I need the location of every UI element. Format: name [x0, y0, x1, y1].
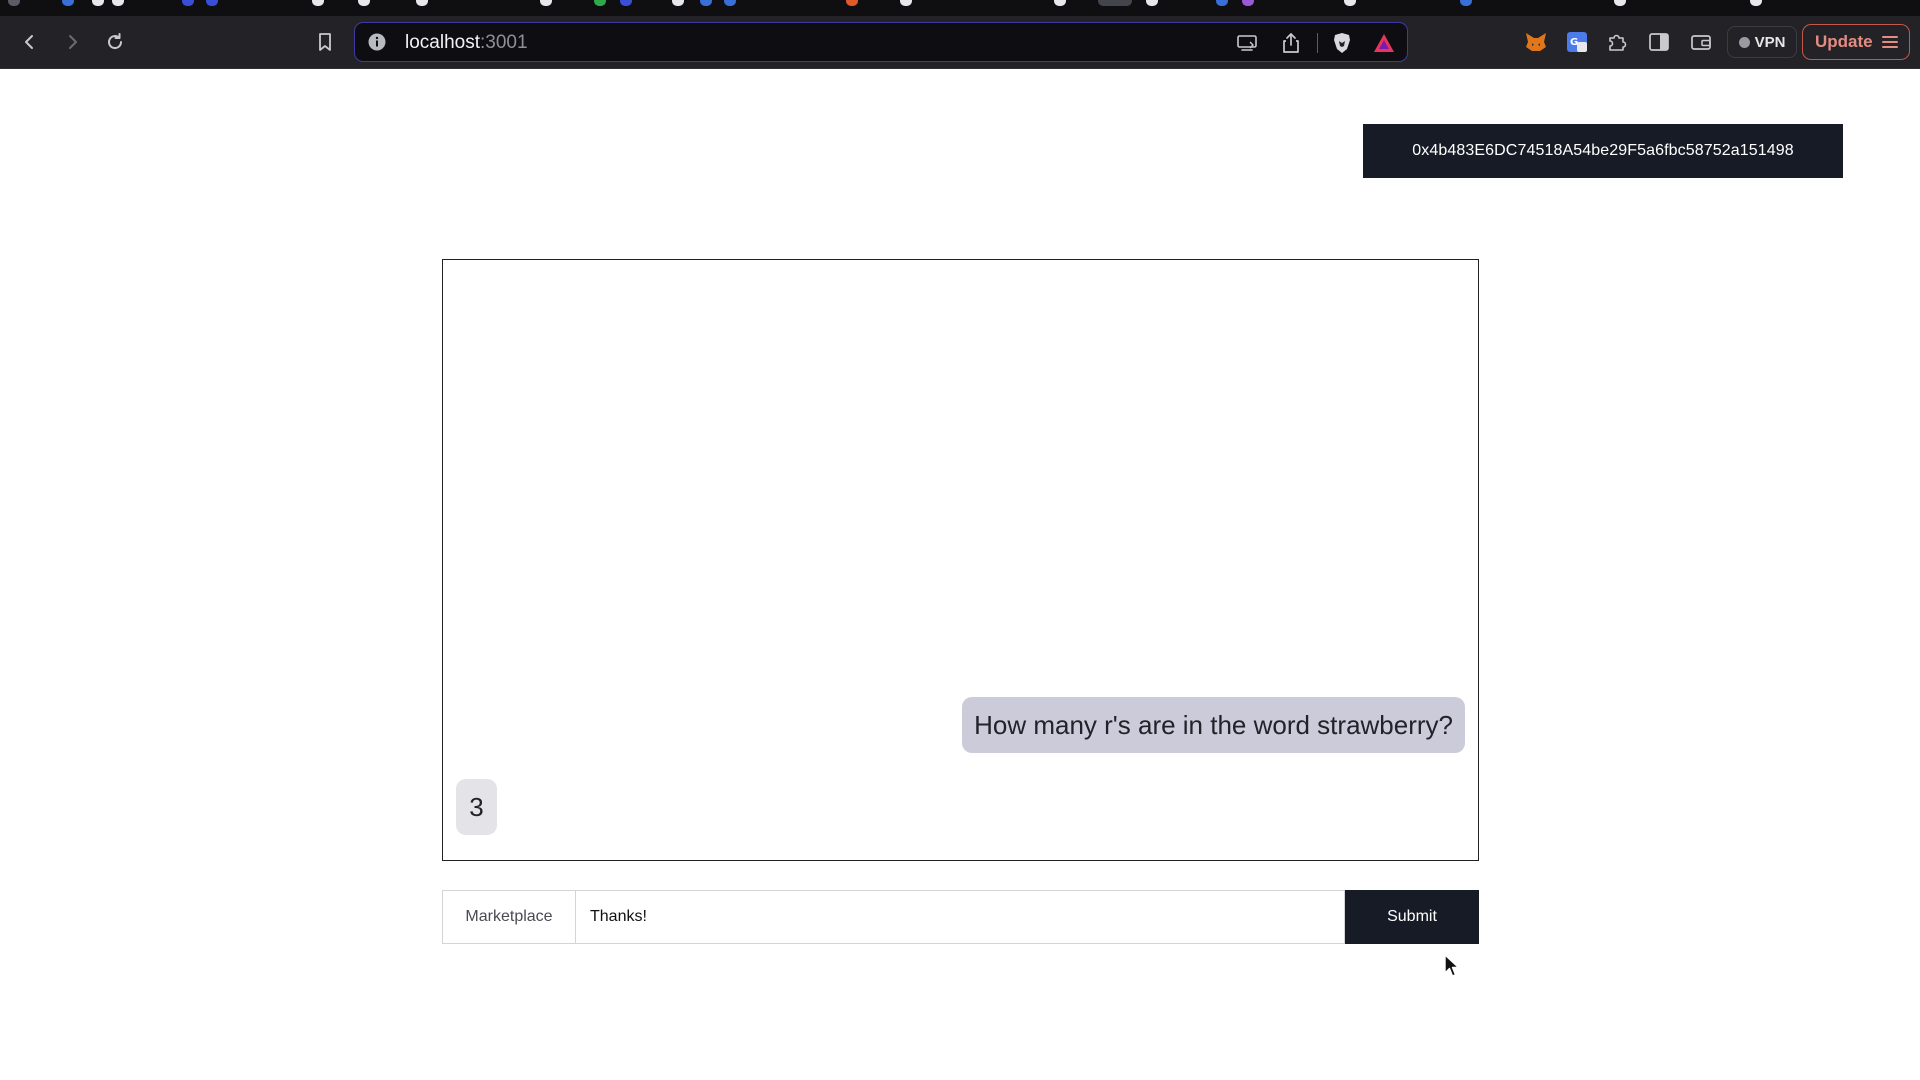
omnibox-separator	[1317, 33, 1318, 53]
url-port: :3001	[480, 32, 528, 53]
tab-favicon[interactable]	[112, 0, 124, 6]
update-button[interactable]: Update	[1802, 24, 1910, 60]
assistant-message-bubble: 3	[456, 779, 497, 835]
tab-favicon[interactable]	[846, 0, 858, 6]
metamask-fox-icon	[1526, 33, 1546, 51]
tab-favicon[interactable]	[672, 0, 684, 6]
page-content: 0x4b483E6DC74518A54be29F5a6fbc58752a1514…	[0, 70, 1920, 1080]
message-input[interactable]	[576, 890, 1345, 944]
tab-favicon[interactable]	[1054, 0, 1066, 6]
wallet-icon	[1691, 35, 1711, 50]
translate-icon: G	[1567, 32, 1587, 52]
hamburger-menu-icon	[1882, 36, 1898, 48]
tab-favicon[interactable]	[1614, 0, 1626, 6]
vpn-label: VPN	[1754, 33, 1786, 51]
update-label: Update	[1815, 32, 1873, 51]
submit-button[interactable]: Submit	[1345, 890, 1479, 944]
mouse-cursor-icon	[1444, 954, 1460, 977]
bookmark-icon	[319, 33, 331, 51]
brave-lion-icon	[1334, 33, 1350, 53]
tab-favicon[interactable]	[1460, 0, 1472, 6]
url-text[interactable]: localhost:3001	[405, 32, 528, 54]
tab-active[interactable]	[1098, 0, 1132, 6]
tab-favicon[interactable]	[594, 0, 606, 6]
tab-strip[interactable]	[0, 0, 1920, 16]
site-info-icon[interactable]	[367, 32, 387, 52]
metamask-extension-button[interactable]	[1520, 26, 1552, 58]
vpn-status-icon	[1738, 36, 1750, 48]
vpn-button[interactable]: VPN	[1727, 26, 1797, 58]
share-icon	[1283, 33, 1299, 53]
cast-button[interactable]	[1235, 31, 1259, 55]
tab-favicon[interactable]	[724, 0, 736, 6]
wallet-button[interactable]	[1685, 26, 1717, 58]
tab-favicon[interactable]	[540, 0, 552, 6]
puzzle-icon	[1609, 34, 1627, 51]
tab-favicon[interactable]	[1750, 0, 1762, 6]
tab-favicon[interactable]	[416, 0, 428, 6]
tab-favicon[interactable]	[62, 0, 74, 6]
browser-toolbar: localhost:3001 G VPN Update	[0, 16, 1920, 69]
sidebar-icon	[1649, 33, 1669, 51]
forward-button[interactable]	[56, 26, 88, 58]
tab-favicon[interactable]	[1242, 0, 1254, 6]
back-button[interactable]	[14, 26, 46, 58]
tab-favicon[interactable]	[8, 0, 20, 6]
svg-text:G: G	[1570, 37, 1578, 48]
reload-button[interactable]	[99, 26, 131, 58]
url-host: localhost	[405, 32, 480, 53]
bookmark-button[interactable]	[309, 26, 341, 58]
cast-icon	[1237, 35, 1257, 51]
tab-favicon[interactable]	[700, 0, 712, 6]
tab-favicon[interactable]	[312, 0, 324, 6]
tab-favicon[interactable]	[1344, 0, 1356, 6]
tab-favicon[interactable]	[1216, 0, 1228, 6]
tab-favicon[interactable]	[1146, 0, 1158, 6]
arrow-left-icon	[25, 35, 33, 49]
rewards-triangle-icon	[1374, 34, 1394, 52]
composer: Marketplace Submit	[442, 890, 1479, 944]
address-bar[interactable]: localhost:3001	[354, 22, 1408, 62]
extensions-button[interactable]	[1601, 26, 1633, 58]
marketplace-button[interactable]: Marketplace	[442, 890, 576, 944]
tab-favicon[interactable]	[92, 0, 104, 6]
tab-favicon[interactable]	[358, 0, 370, 6]
reload-icon	[108, 33, 123, 50]
brave-shields-button[interactable]	[1330, 31, 1354, 55]
tab-favicon[interactable]	[900, 0, 912, 6]
chat-window[interactable]: How many r's are in the word strawberry?…	[442, 259, 1479, 861]
share-button[interactable]	[1279, 31, 1303, 55]
user-message-bubble: How many r's are in the word strawberry?	[962, 697, 1465, 753]
tab-favicon[interactable]	[206, 0, 218, 6]
translate-extension-button[interactable]: G	[1561, 26, 1593, 58]
tab-favicon[interactable]	[182, 0, 194, 6]
tab-favicon[interactable]	[620, 0, 632, 6]
wallet-address-button[interactable]: 0x4b483E6DC74518A54be29F5a6fbc58752a1514…	[1363, 124, 1843, 178]
arrow-right-icon	[69, 35, 77, 49]
brave-rewards-button[interactable]	[1372, 31, 1396, 55]
sidebar-toggle-button[interactable]	[1643, 26, 1675, 58]
